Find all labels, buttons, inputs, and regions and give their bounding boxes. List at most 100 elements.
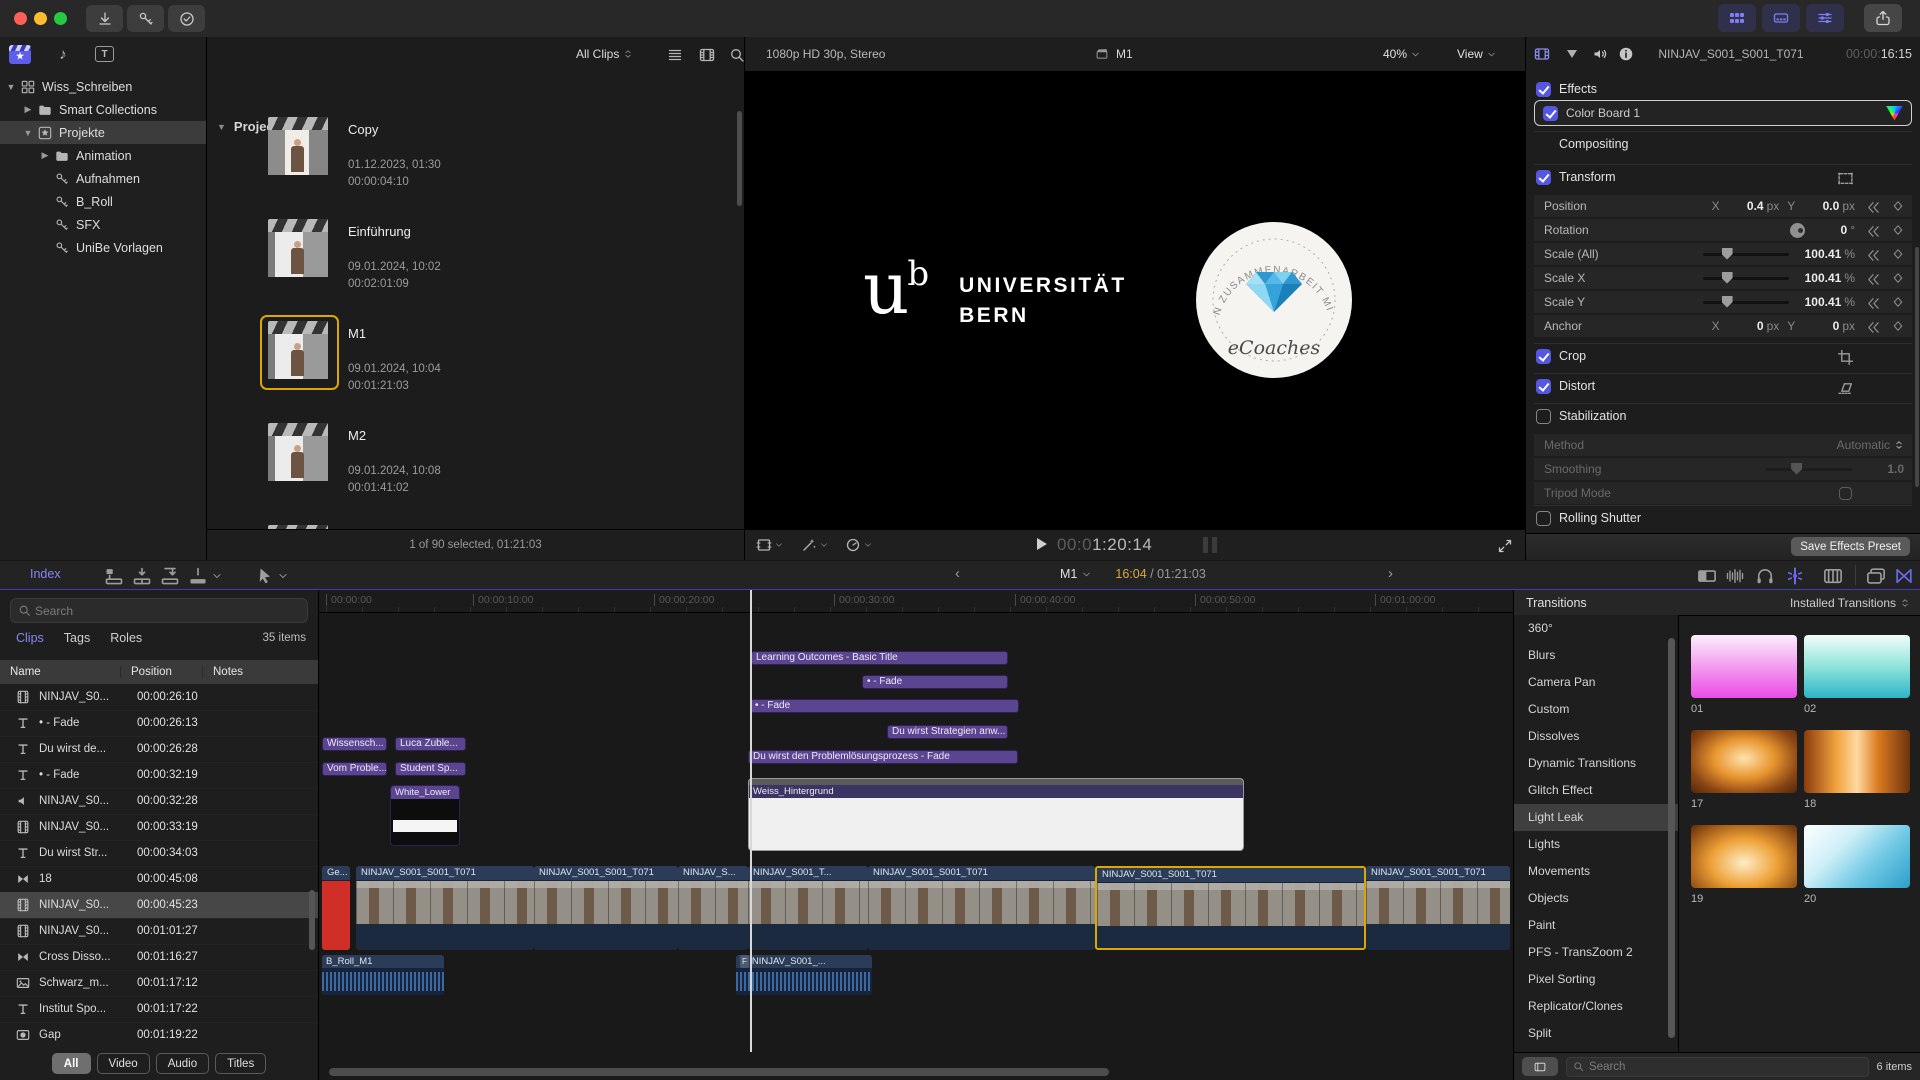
param-scale-all[interactable]: Scale (All)100.41% (1534, 243, 1912, 265)
param-smoothing[interactable]: Smoothing1.0 (1534, 458, 1912, 480)
transition-category-objects[interactable]: Objects (1514, 885, 1678, 912)
title-clip-fade[interactable]: • - Fade (862, 675, 1008, 689)
index-row-cross-disso[interactable]: Cross Disso...00:01:16:27 (0, 944, 318, 971)
video-clip-ninjav-s001-t[interactable]: NINJAV_S001_T... (748, 866, 868, 950)
inspector-scrollbar[interactable] (1915, 247, 1919, 487)
timeline-ruler[interactable]: 00:00:0000:00:10:0000:00:20:0000:00:30:0… (319, 590, 1513, 613)
reset-icon[interactable] (1865, 272, 1880, 285)
effect-color-board[interactable]: Color Board 1 (1534, 100, 1912, 126)
select-tool-icon[interactable] (255, 566, 275, 584)
param-slider[interactable] (1703, 253, 1789, 256)
viewer-view-dropdown[interactable]: View (1457, 47, 1496, 61)
index-button[interactable]: Index (30, 567, 61, 581)
audio-inspector-icon[interactable] (1592, 46, 1608, 62)
checkbox-effects[interactable] (1536, 82, 1551, 97)
transition-category-paint[interactable]: Paint (1514, 912, 1678, 939)
connected-clip-ninjav-s001[interactable]: FNINJAV_S001_... (736, 955, 872, 995)
column-header-name[interactable]: Name (0, 666, 120, 678)
reset-icon[interactable] (1865, 248, 1880, 261)
viewer-canvas[interactable]: ub UNIVERSITÄTBERN IN ZUSAMMENARBEIT MIT (745, 71, 1525, 530)
checkbox-stabilization[interactable] (1536, 409, 1551, 424)
param-rotation[interactable]: Rotation0° (1534, 219, 1912, 241)
filter-tab-all[interactable]: All (52, 1053, 91, 1074)
keyframe-diamond-icon[interactable] (1892, 320, 1904, 332)
titles-icon[interactable]: T (95, 46, 114, 62)
param-anchor[interactable]: AnchorX0pxY0px (1534, 315, 1912, 337)
param-value[interactable]: 0 (1722, 319, 1764, 333)
index-row-institut-spo[interactable]: Institut Spo...00:01:17:22 (0, 996, 318, 1023)
video-inspector-icon[interactable] (1534, 46, 1550, 62)
filmstrip-icon[interactable] (1823, 566, 1843, 584)
filmstrip-hover-button[interactable] (1522, 1057, 1558, 1076)
index-row-ninjav-s0[interactable]: NINJAV_S0...00:00:26:10 (0, 684, 318, 711)
chevron-down-icon[interactable] (278, 570, 288, 588)
next-project-arrow[interactable]: › (1388, 565, 1393, 582)
index-row-schwarz-m[interactable]: Schwarz_m...00:01:17:12 (0, 970, 318, 997)
title-clip-student-sp[interactable]: Student Sp... (395, 762, 466, 776)
transition-category-pixel-sorting[interactable]: Pixel Sorting (1514, 966, 1678, 993)
color-board-icon[interactable] (1886, 106, 1903, 121)
music-note-icon[interactable]: ♪ (52, 45, 74, 64)
keyframe-diamond-icon[interactable] (1892, 224, 1904, 236)
slider-thumb[interactable] (1722, 296, 1733, 308)
play-button[interactable] (1037, 538, 1047, 550)
index-view-clips[interactable]: Clips (16, 631, 44, 645)
param-value[interactable]: 0 (1797, 319, 1839, 333)
disclosure-triangle-icon[interactable]: ▶ (40, 150, 50, 161)
index-row-ninjav-s0[interactable]: NINJAV_S0...00:00:33:19 (0, 814, 318, 841)
title-clip-du-wirst-den-probleml-sungsprozess-fade[interactable]: Du wirst den Problemlösungsprozess - Fad… (748, 750, 1018, 764)
transition-category-blurs[interactable]: Blurs (1514, 642, 1678, 669)
connect-edit-icon[interactable] (104, 566, 124, 584)
transition-category-custom[interactable]: Custom (1514, 696, 1678, 723)
timeline-project-dropdown[interactable]: M1 (1060, 567, 1091, 581)
video-clip-ninjav-s001-s001-t071[interactable]: NINJAV_S001_S001_T071 (1366, 866, 1510, 950)
reset-icon[interactable] (1865, 320, 1880, 333)
transition-thumbnail-02[interactable] (1804, 635, 1910, 698)
transition-thumbnail-19[interactable] (1691, 825, 1797, 888)
section-transform[interactable]: Transform (1526, 165, 1920, 189)
filter-tab-audio[interactable]: Audio (156, 1053, 209, 1074)
timeline-toggle-button[interactable] (1762, 4, 1800, 32)
transitions-list-scrollbar[interactable] (1668, 638, 1675, 1038)
transition-category-dissolves[interactable]: Dissolves (1514, 723, 1678, 750)
transition-thumbnail-18[interactable] (1804, 730, 1910, 793)
slider-thumb[interactable] (1791, 463, 1802, 475)
audio-meters[interactable] (1203, 537, 1217, 553)
index-row-18[interactable]: 1800:00:45:08 (0, 866, 318, 893)
index-scrollbar[interactable] (309, 890, 315, 950)
transition-category-dynamic-transitions[interactable]: Dynamic Transitions (1514, 750, 1678, 777)
column-header-position[interactable]: Position (120, 666, 202, 678)
filmstrip-view-icon[interactable] (699, 47, 715, 63)
import-button[interactable] (86, 5, 123, 32)
media-browser-icon[interactable] (1866, 566, 1886, 584)
transition-thumbnail-01[interactable] (1691, 635, 1797, 698)
share-button[interactable] (1864, 4, 1902, 32)
video-clip-ninjav-s001-s001-t071[interactable]: NINJAV_S001_S001_T071 (868, 866, 1095, 950)
transition-category-split[interactable]: Split (1514, 1020, 1678, 1047)
param-value[interactable]: 0.4 (1722, 199, 1764, 213)
section-effects[interactable]: Effects (1526, 77, 1920, 101)
title-clip-luca-zuble[interactable]: Luca Zuble... (395, 737, 466, 751)
keyframe-diamond-icon[interactable] (1892, 296, 1904, 308)
sidebar-item-animation[interactable]: ▶Animation (0, 144, 206, 167)
sidebar-item-sfx[interactable]: SFX (0, 213, 206, 236)
transition-category-glitch-effect[interactable]: Glitch Effect (1514, 777, 1678, 804)
overwrite-edit-icon[interactable] (188, 566, 208, 584)
keywords-button[interactable] (127, 5, 164, 32)
chevron-down-icon[interactable] (212, 570, 222, 588)
transform-icon[interactable] (1837, 170, 1854, 185)
disclosure-triangle-icon[interactable]: ▶ (23, 104, 33, 115)
expand-icon[interactable] (1497, 538, 1513, 554)
keyframe-diamond-icon[interactable] (1892, 248, 1904, 260)
filter-tab-titles[interactable]: Titles (215, 1053, 266, 1074)
video-clip-ninjav-s[interactable]: NINJAV_S... (678, 866, 748, 950)
transition-category-replicator-clones[interactable]: Replicator/Clones (1514, 993, 1678, 1020)
timeline-clip-white-lower[interactable]: White_Lower (390, 785, 460, 846)
transition-thumbnail-20[interactable] (1804, 825, 1910, 888)
index-view-tags[interactable]: Tags (64, 631, 90, 645)
audio-waveform-icon[interactable] (1725, 566, 1745, 584)
checkbox-color-board[interactable] (1543, 106, 1558, 121)
close-window-button[interactable] (14, 12, 27, 25)
slider-thumb[interactable] (1722, 248, 1733, 260)
video-clip-ninjav-s001-s001-t071[interactable]: NINJAV_S001_S001_T071 (1095, 866, 1366, 950)
